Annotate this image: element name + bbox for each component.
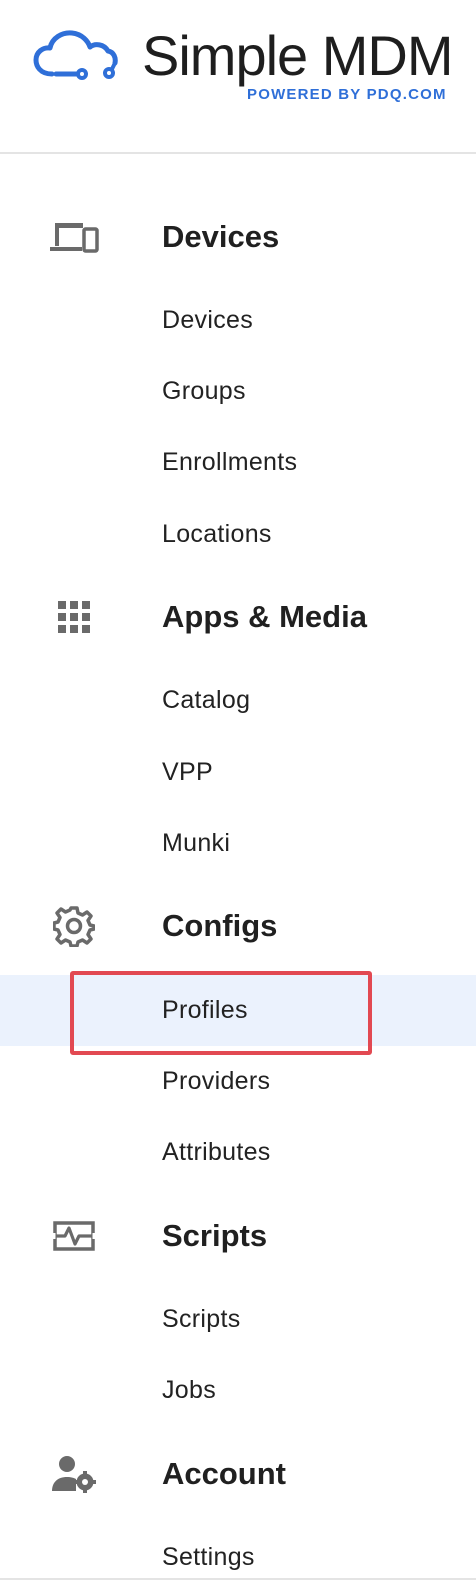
script-pulse-icon (46, 1216, 102, 1256)
apps-grid-icon (46, 597, 102, 637)
brand-title: Simple MDM (142, 24, 453, 87)
section-title-configs: Configs (162, 908, 278, 943)
section-title-scripts: Scripts (162, 1218, 268, 1253)
nav-item-devices[interactable]: Devices (0, 285, 476, 356)
nav-label: Locations (162, 520, 272, 548)
section-title-apps-media: Apps & Media (162, 599, 367, 634)
nav-label: Munki (162, 829, 231, 857)
nav-item-settings[interactable]: Settings (0, 1522, 476, 1582)
nav-item-jobs[interactable]: Jobs (0, 1355, 476, 1426)
nav-label: Devices (162, 306, 254, 334)
nav-item-catalog[interactable]: Catalog (0, 665, 476, 736)
nav-item-profiles[interactable]: Profiles (0, 975, 476, 1046)
nav-label: Profiles (162, 996, 248, 1024)
nav-label: Attributes (162, 1138, 271, 1166)
nav-item-munki[interactable]: Munki (0, 808, 476, 879)
section-configs[interactable]: Configs (0, 896, 476, 956)
cloud-logo-icon (33, 30, 118, 80)
section-title-account: Account (162, 1456, 286, 1491)
section-title-devices: Devices (162, 219, 280, 254)
nav-label: Scripts (162, 1305, 241, 1333)
section-scripts[interactable]: Scripts (0, 1206, 476, 1266)
divider (0, 1578, 476, 1580)
nav-item-enrollments[interactable]: Enrollments (0, 427, 476, 498)
nav-item-groups[interactable]: Groups (0, 356, 476, 427)
section-apps-media[interactable]: Apps & Media (0, 587, 476, 647)
nav-label: Enrollments (162, 448, 298, 476)
nav-item-locations[interactable]: Locations (0, 499, 476, 570)
devices-icon (46, 217, 102, 257)
nav-label: Providers (162, 1067, 271, 1095)
account-settings-icon (46, 1454, 102, 1494)
nav-label: Jobs (162, 1376, 217, 1404)
gear-icon (46, 906, 102, 947)
sidebar: Simple MDM POWERED BY PDQ.COM Devices De… (0, 0, 476, 1582)
nav-item-scripts[interactable]: Scripts (0, 1284, 476, 1355)
nav-item-attributes[interactable]: Attributes (0, 1117, 476, 1188)
section-account[interactable]: Account (0, 1444, 476, 1504)
brand-subtitle: POWERED BY PDQ.COM (247, 86, 447, 103)
nav-item-vpp[interactable]: VPP (0, 737, 476, 808)
nav-label: VPP (162, 758, 213, 786)
section-devices[interactable]: Devices (0, 207, 476, 267)
nav-label: Catalog (162, 686, 251, 714)
nav-item-providers[interactable]: Providers (0, 1046, 476, 1117)
logo[interactable]: Simple MDM POWERED BY PDQ.COM (0, 0, 476, 154)
nav-label: Groups (162, 377, 246, 405)
nav-label: Settings (162, 1543, 255, 1571)
